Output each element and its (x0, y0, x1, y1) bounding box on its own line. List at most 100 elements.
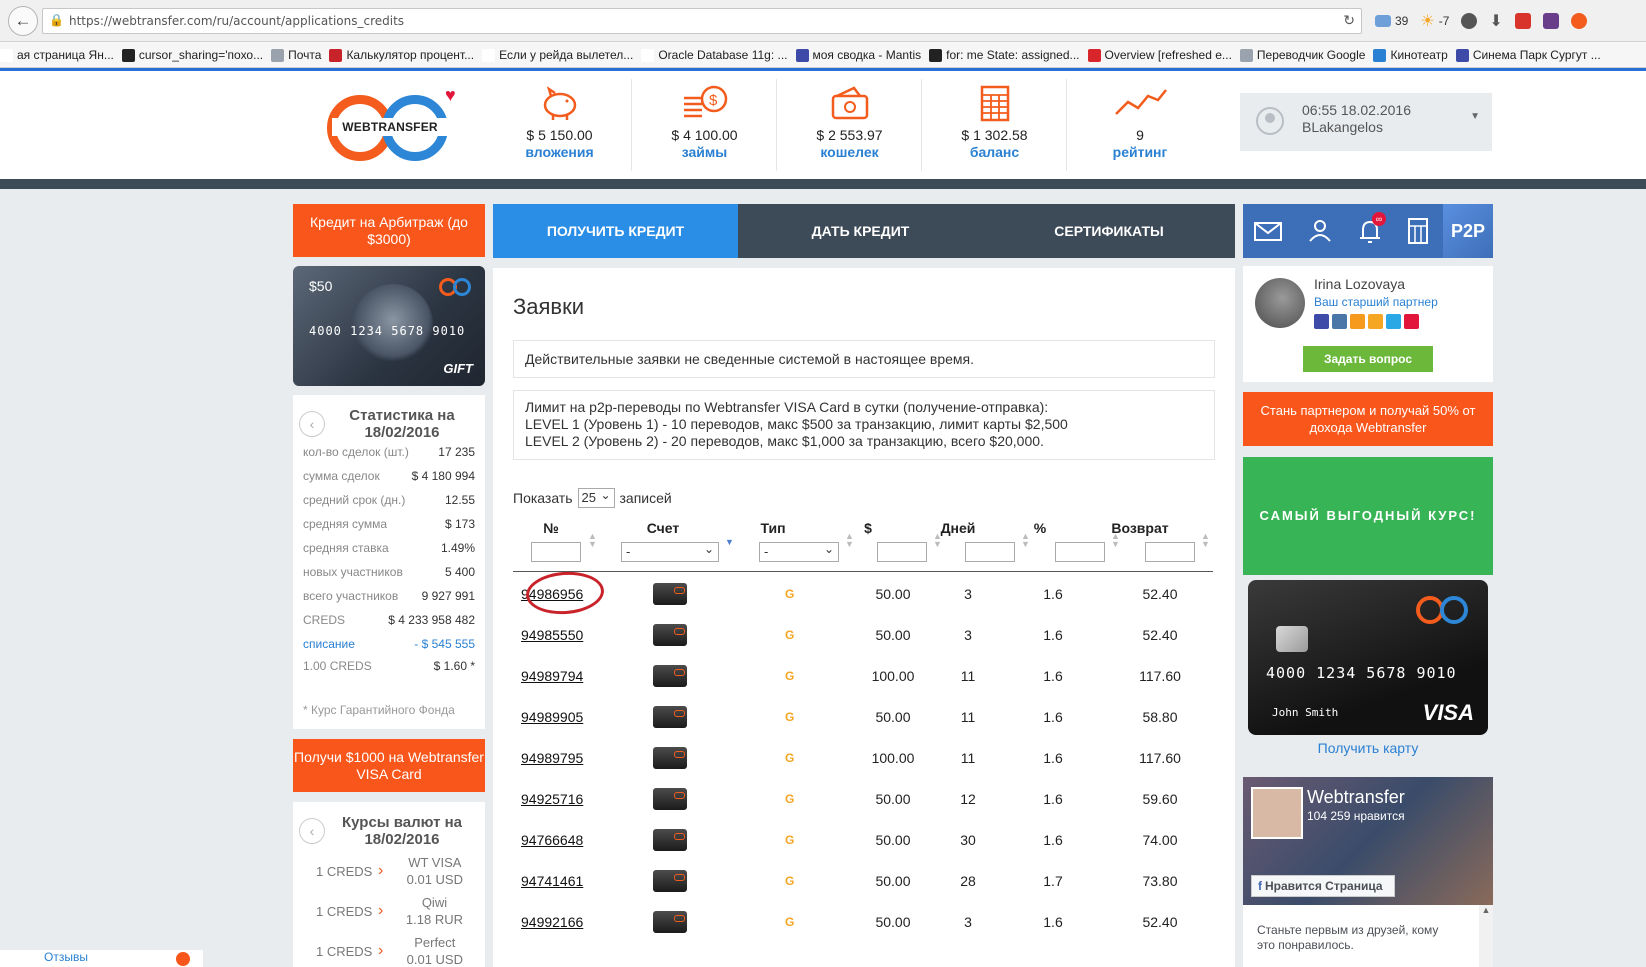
skype-icon[interactable] (1386, 314, 1401, 329)
bookmark-item[interactable]: cursor_sharing='похо... (121, 42, 263, 67)
facebook-cover-image[interactable]: Webtransfer 104 259 нравится f Нравится С… (1243, 777, 1493, 905)
column-header-amount[interactable]: $ (853, 520, 883, 536)
arbitrage-credit-button[interactable]: Кредит на Арбитраж (до $3000) (293, 204, 485, 257)
bookmark-item[interactable]: Oracle Database 11g: ... (641, 42, 788, 67)
partner-avatar[interactable] (1255, 278, 1305, 328)
chevron-left-icon[interactable]: ‹ (299, 411, 325, 437)
best-rate-banner[interactable]: САМЫЙ ВЫГОДНЫЙ КУРС! (1243, 457, 1493, 575)
mail-icon (1375, 15, 1391, 27)
stat-balance[interactable]: $ 1 302.58 баланс (923, 79, 1067, 171)
menu-button[interactable] (1570, 13, 1587, 29)
bookmark-item[interactable]: Кинотеатр (1373, 42, 1448, 67)
sort-icon[interactable]: ▲ ▼ (588, 532, 597, 549)
page-scrollbar[interactable] (1630, 189, 1646, 967)
calculator-icon[interactable] (1403, 216, 1433, 246)
sort-icon[interactable]: ▼ (725, 538, 734, 547)
mailru-icon[interactable] (1368, 314, 1383, 329)
tab-give-credit[interactable]: ДАТЬ КРЕДИТ (738, 204, 983, 258)
stat-loans[interactable]: $ $ 4 100.00 займы (633, 79, 777, 171)
pdf-button[interactable] (1514, 13, 1531, 29)
extension-button[interactable] (1542, 13, 1559, 29)
amount-cell: 50.00 (875, 873, 911, 889)
tab-get-credit[interactable]: ПОЛУЧИТЬ КРЕДИТ (493, 204, 738, 258)
visa-card-offer-button[interactable]: Получи $1000 на Webtransfer VISA Card (293, 739, 485, 792)
return-cell: 52.40 (1142, 914, 1178, 930)
bookmark-item[interactable]: моя сводка - Mantis (795, 42, 921, 67)
stats-key[interactable]: списание (303, 637, 355, 651)
gift-card-banner[interactable]: $50 4000 1234 5678 9010 GIFT (293, 266, 485, 386)
mail-button[interactable]: 39 (1375, 14, 1408, 28)
bookmark-item[interactable]: for: me State: assigned... (929, 42, 1080, 67)
p2p-button[interactable]: P2P (1443, 204, 1493, 258)
webtransfer-logo[interactable]: WEBTRANSFER ♥ (322, 85, 462, 165)
stats-value: 17 235 (438, 445, 475, 459)
sort-icon[interactable]: ▲ ▼ (845, 532, 854, 549)
sort-icon[interactable]: ▲ ▼ (933, 532, 942, 549)
filter-percent-input[interactable] (1055, 542, 1105, 562)
sort-icon[interactable]: ▲ ▼ (1111, 532, 1120, 549)
bookmark-item[interactable]: Overview [refreshed e... (1087, 42, 1232, 67)
application-id-link[interactable]: 94989794 (521, 668, 583, 684)
bookmark-item[interactable]: Калькулятор процент... (329, 42, 474, 67)
download-button[interactable]: ⬇ (1489, 11, 1502, 31)
application-id-link[interactable]: 94925716 (521, 791, 583, 807)
sort-icon[interactable]: ▲ ▼ (1021, 532, 1030, 549)
facebook-page-thumbnail[interactable] (1251, 787, 1303, 839)
application-id-link[interactable]: 94741461 (521, 873, 583, 889)
stats-key: новых участников (303, 565, 403, 579)
bookmark-favicon-icon (271, 48, 285, 62)
back-button[interactable]: ← (8, 6, 38, 36)
webtransfer-social-icon[interactable] (1404, 314, 1419, 329)
filter-number-input[interactable] (531, 542, 581, 562)
mail-icon[interactable] (1253, 216, 1283, 246)
bookmark-item[interactable]: ая страница Ян... (0, 42, 114, 67)
stat-rating[interactable]: 9 рейтинг (1068, 79, 1212, 171)
bookmark-item[interactable]: Почта (271, 42, 321, 67)
stat-label: баланс (969, 144, 1020, 160)
toolbar-icons: 39 ☀ -7 ⬇ (1375, 10, 1587, 32)
sort-icon[interactable]: ▲ ▼ (1201, 532, 1210, 549)
application-id-link[interactable]: 94766648 (521, 832, 583, 848)
facebook-scrollbar[interactable]: ▲ (1479, 905, 1493, 967)
partners-icon[interactable] (1305, 216, 1335, 246)
reload-icon[interactable]: ↻ (1343, 12, 1355, 29)
filter-account-select[interactable]: - (621, 540, 719, 562)
ask-question-button[interactable]: Задать вопрос (1303, 346, 1433, 372)
filter-return-input[interactable] (1145, 542, 1195, 562)
address-bar[interactable]: 🔒 https://webtransfer.com/ru/account/app… (42, 8, 1362, 34)
application-id-link[interactable]: 94985550 (521, 627, 583, 643)
chevron-left-icon[interactable]: ‹ (299, 818, 325, 844)
vk-icon[interactable] (1332, 314, 1347, 329)
visa-card-image[interactable]: 4000 1234 5678 9010 John Smith VISA (1248, 580, 1488, 735)
page-size-select[interactable]: 25 (577, 486, 615, 508)
facebook-like-button[interactable]: f Нравится Страница (1251, 875, 1395, 897)
application-id-link[interactable]: 94989795 (521, 750, 583, 766)
filter-days-input[interactable] (965, 542, 1015, 562)
weather-button[interactable]: ☀ -7 (1420, 11, 1449, 31)
bookmark-item[interactable]: Переводчик Google (1239, 42, 1365, 67)
rate-amount: 1.18 RUR (405, 912, 463, 927)
application-id-link[interactable]: 94992166 (521, 914, 583, 930)
filter-amount-input[interactable] (877, 542, 927, 562)
get-card-link[interactable]: Получить карту (1243, 740, 1493, 756)
become-partner-button[interactable]: Стань партнером и получай 50% от дохода … (1243, 392, 1493, 446)
column-header-number[interactable]: № (531, 520, 571, 536)
application-id-link[interactable]: 94989905 (521, 709, 583, 725)
days-cell: 11 (960, 750, 976, 766)
bookmark-item[interactable]: Если у рейда вылетел... (482, 42, 633, 67)
stat-investments[interactable]: $ 5 150.00 вложения (488, 79, 632, 171)
odnoklassniki-icon[interactable] (1350, 314, 1365, 329)
tab-certificates[interactable]: СЕРТИФИКАТЫ (983, 204, 1235, 258)
stat-wallet[interactable]: $ 2 553.97 кошелек (778, 79, 922, 171)
mail-social-icon[interactable] (1314, 314, 1329, 329)
filter-type-select[interactable]: - (759, 540, 839, 562)
pocket-button[interactable] (1461, 13, 1478, 29)
bookmark-item[interactable]: Синема Парк Сургут ... (1455, 42, 1601, 67)
user-menu[interactable]: 06:55 18.02.2016 BLakangelos ▼ (1240, 93, 1492, 151)
facebook-page-name[interactable]: Webtransfer (1307, 787, 1405, 808)
column-header-type[interactable]: Тип (753, 520, 793, 536)
reviews-tab[interactable]: Отзывы (0, 950, 203, 967)
column-header-account[interactable]: Счет (633, 520, 693, 536)
fund-note: * Курс Гарантийного Фонда (303, 703, 455, 717)
partner-name[interactable]: Irina Lozovaya (1314, 276, 1405, 292)
